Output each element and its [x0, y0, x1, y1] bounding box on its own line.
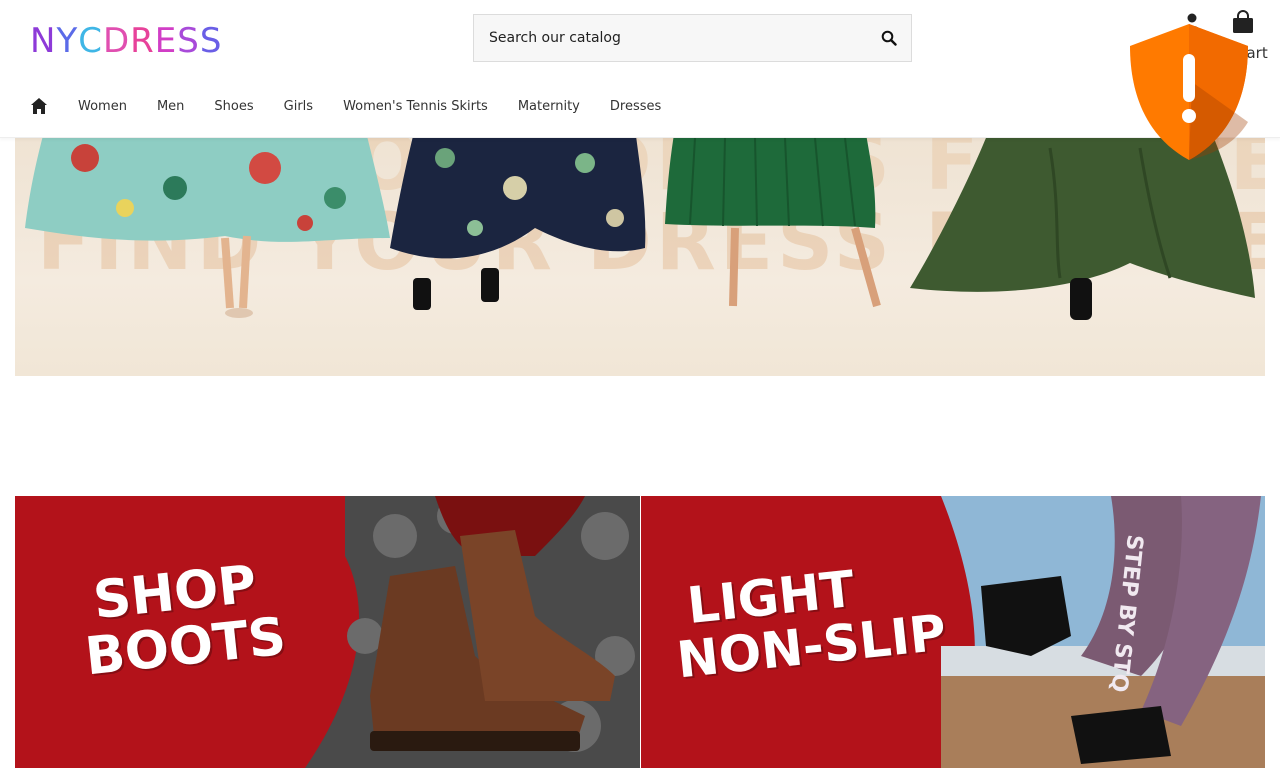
search-bar	[473, 14, 912, 62]
nav-item-girls[interactable]: Girls	[284, 99, 313, 114]
nav-item-men[interactable]: Men	[157, 99, 184, 114]
search-input[interactable]	[474, 15, 867, 61]
promo-banner-non-slip[interactable]: STEP BY STQ LIGHT NON-SLIP	[641, 496, 1265, 768]
hero-banner[interactable]: FIND YOUR DRESS FOR ME! FIND YOUR DRESS …	[15, 138, 1265, 376]
logo-letter: S	[177, 21, 200, 61]
logo-letter: D	[102, 21, 131, 61]
site-header: N Y C D R E S S Cart	[0, 0, 1280, 138]
logo-letter: E	[154, 21, 178, 61]
search-icon	[881, 30, 897, 46]
logo-letter: R	[130, 21, 155, 61]
dress-image	[390, 138, 646, 310]
promo-banner-boots[interactable]: SHOP BOOTS	[15, 496, 640, 768]
promo-title-boots: SHOP BOOTS	[77, 554, 288, 686]
search-button[interactable]	[867, 15, 911, 61]
page: N Y C D R E S S Cart	[0, 0, 1280, 768]
nav-item-women[interactable]: Women	[78, 99, 127, 114]
site-logo[interactable]: N Y C D R E S S	[30, 21, 221, 61]
logo-letter: S	[199, 21, 223, 61]
logo-letter: Y	[56, 21, 79, 61]
nav-item-maternity[interactable]: Maternity	[518, 99, 580, 114]
home-icon[interactable]	[30, 97, 48, 115]
dress-image	[910, 138, 1255, 320]
dress-image	[25, 138, 390, 318]
nav-item-tennis-skirts[interactable]: Women's Tennis Skirts	[343, 99, 488, 114]
nav-item-shoes[interactable]: Shoes	[214, 99, 253, 114]
main-nav: Women Men Shoes Girls Women's Tennis Ski…	[30, 92, 691, 120]
logo-letter: C	[78, 21, 103, 61]
logo-letter: N	[30, 21, 57, 61]
shield-alert-icon[interactable]	[1126, 22, 1252, 162]
dress-image	[665, 138, 881, 308]
nav-item-dresses[interactable]: Dresses	[610, 99, 661, 114]
